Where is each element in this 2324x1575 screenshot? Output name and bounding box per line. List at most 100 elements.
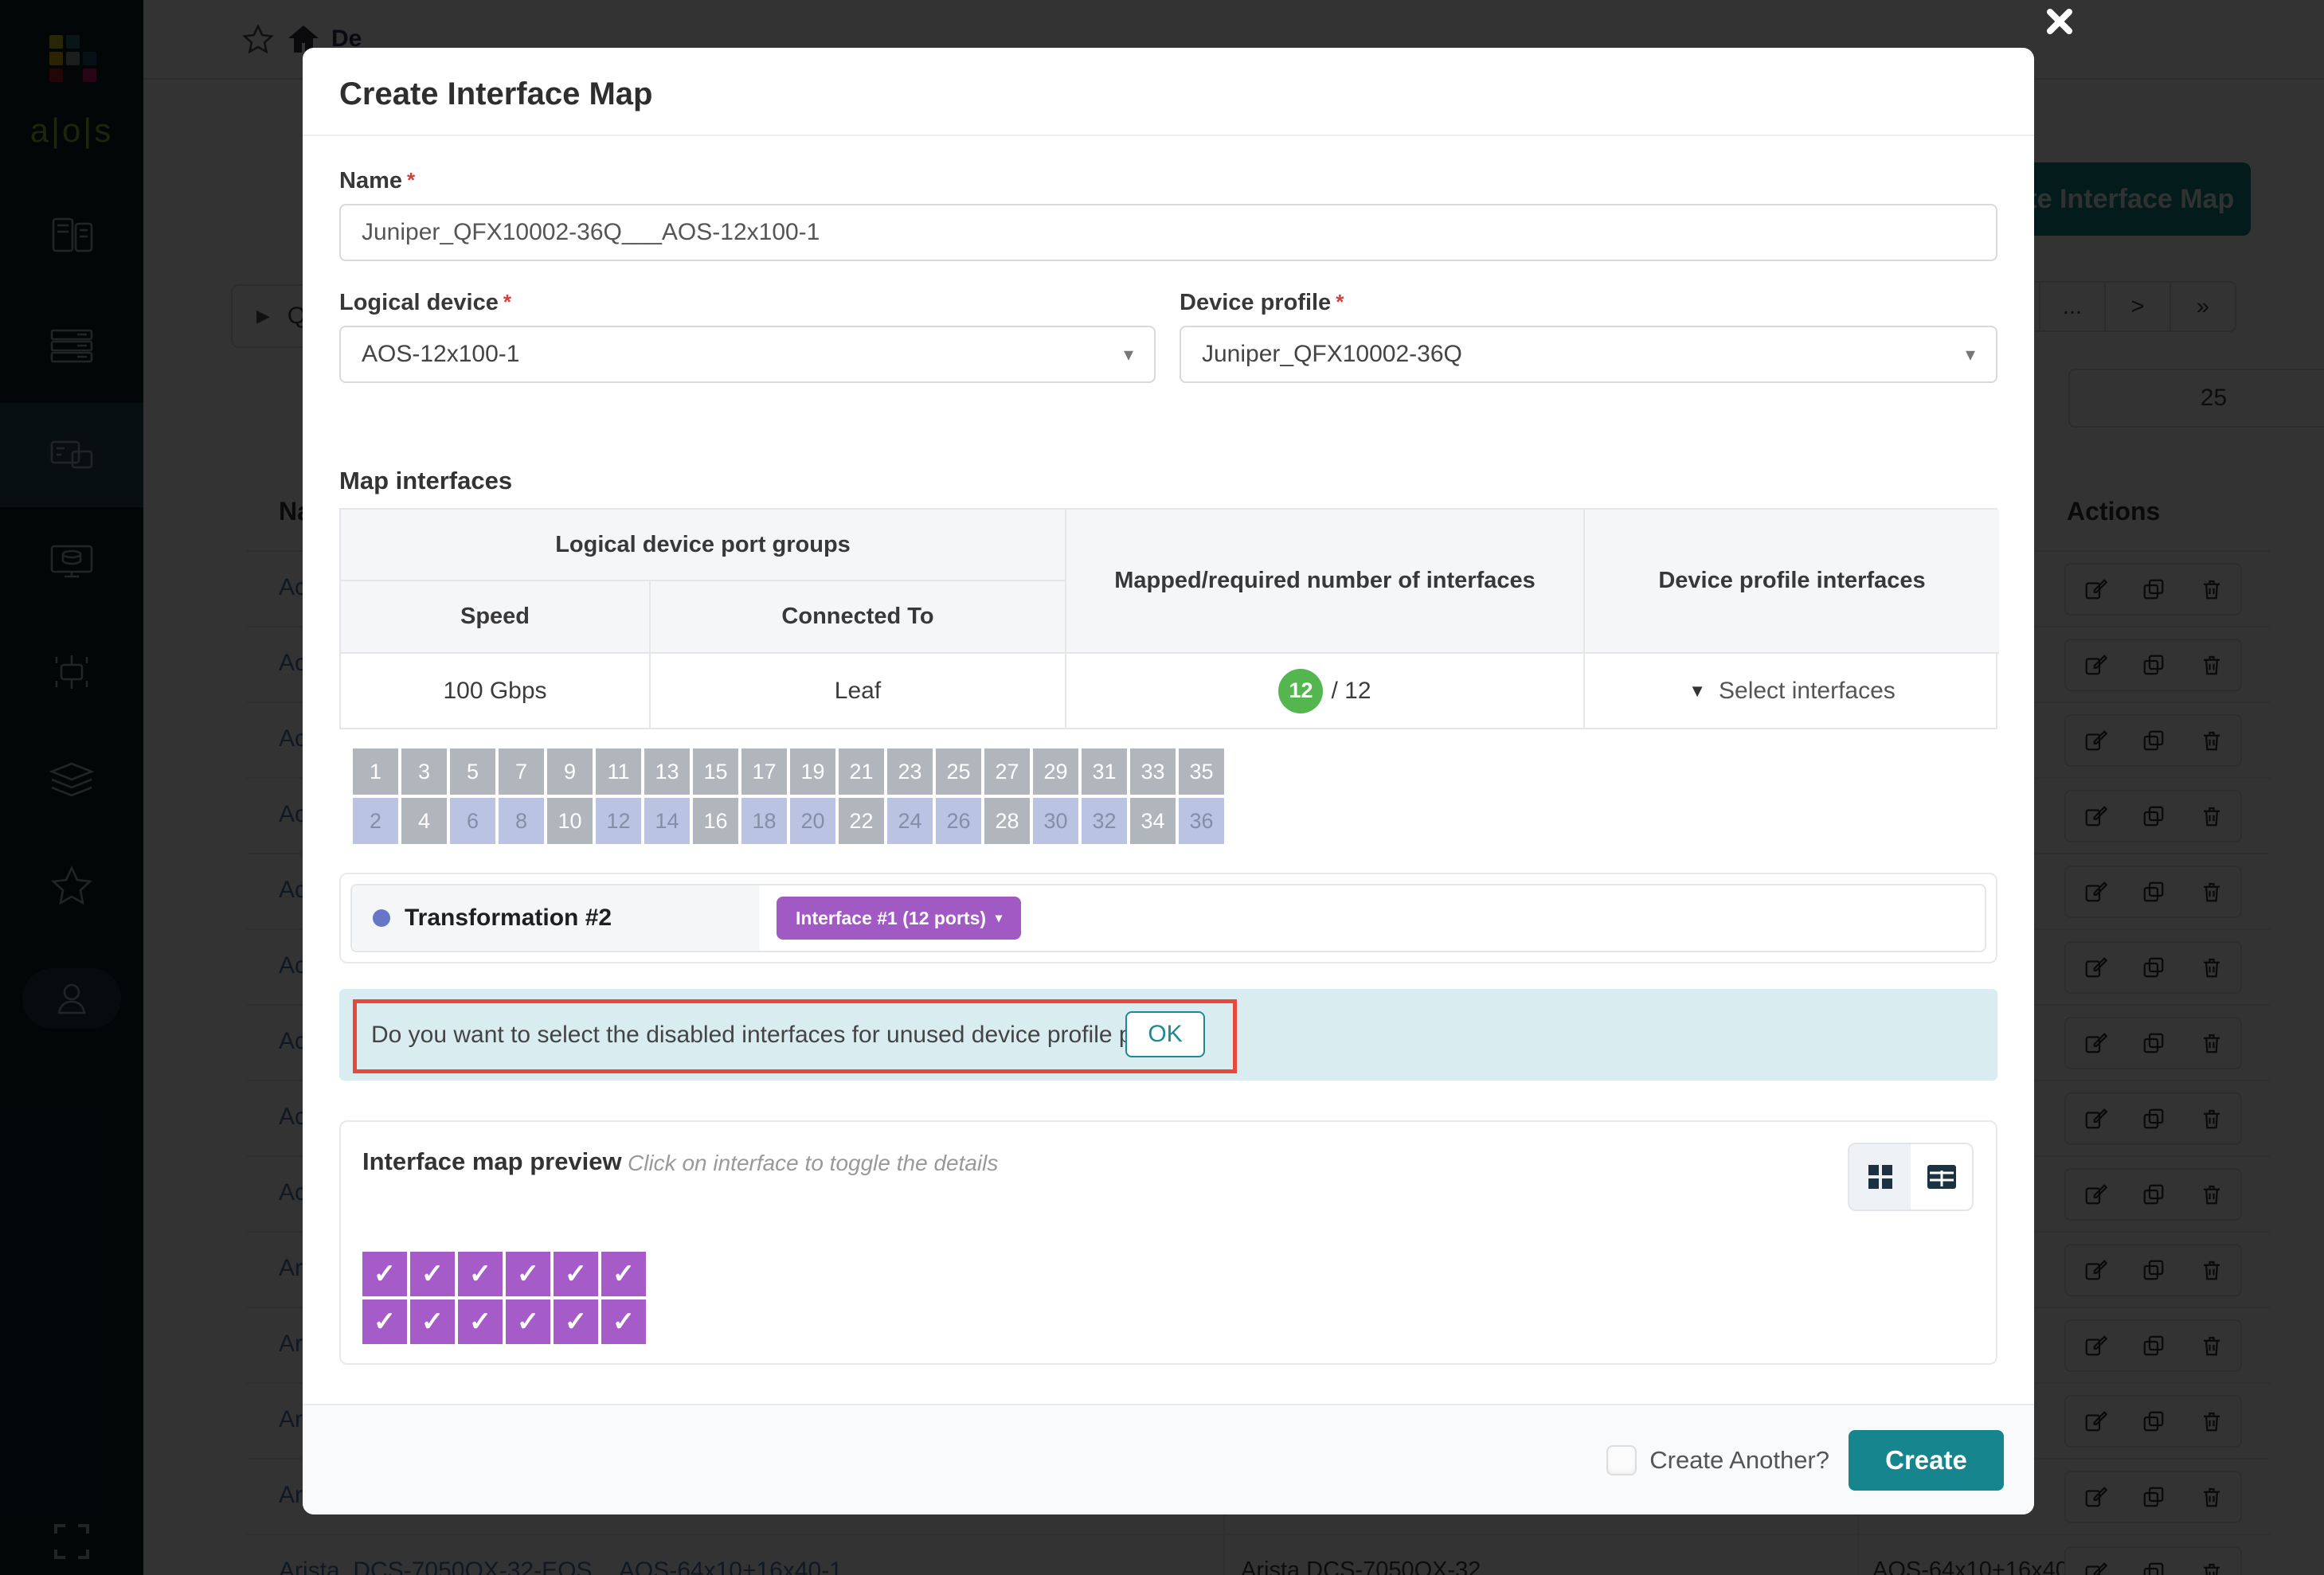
port-cell-19[interactable]: 19 <box>790 748 835 795</box>
device-profile-select[interactable]: Juniper_QFX10002-36Q ▾ <box>1180 326 1997 383</box>
port-cell-17[interactable]: 17 <box>741 748 787 795</box>
port-cell-8[interactable]: 8 <box>499 798 544 844</box>
port-cell-2[interactable]: 2 <box>353 798 398 844</box>
modal-header: Create Interface Map <box>303 48 2034 136</box>
grid-view-button[interactable] <box>1849 1144 1911 1210</box>
port-cell-15[interactable]: 15 <box>693 748 738 795</box>
device-profile-value: Juniper_QFX10002-36Q <box>1202 341 1966 368</box>
create-another-label: Create Another? <box>1649 1446 1829 1475</box>
preview-interface-tile[interactable]: ✓ <box>458 1252 503 1296</box>
chevron-down-icon: ▼ <box>1688 681 1706 702</box>
connected-to-cell: Leaf <box>651 654 1066 728</box>
connected-to-header: Connected To <box>651 581 1066 654</box>
port-cell-25[interactable]: 25 <box>936 748 981 795</box>
interface-button-label: Interface #1 (12 ports) <box>796 908 986 929</box>
logical-device-label: Logical device* <box>339 290 1156 316</box>
port-cell-16[interactable]: 16 <box>693 798 738 844</box>
port-cell-32[interactable]: 32 <box>1082 798 1127 844</box>
port-cell-29[interactable]: 29 <box>1033 748 1078 795</box>
port-cell-18[interactable]: 18 <box>741 798 787 844</box>
port-cell-4[interactable]: 4 <box>401 798 447 844</box>
port-cell-10[interactable]: 10 <box>547 798 593 844</box>
table-view-icon <box>1927 1165 1956 1189</box>
annotation-highlight-box <box>353 999 1237 1073</box>
create-button[interactable]: Create <box>1849 1430 2004 1491</box>
port-cell-7[interactable]: 7 <box>499 748 544 795</box>
device-profile-interfaces-header: Device profile interfaces <box>1585 510 1999 654</box>
interface-map-preview-panel: Interface map preview Click on interface… <box>339 1120 1997 1365</box>
required-asterisk: * <box>503 290 511 314</box>
port-cell-34[interactable]: 34 <box>1130 798 1176 844</box>
port-cell-23[interactable]: 23 <box>887 748 933 795</box>
speed-header: Speed <box>341 581 651 654</box>
preview-interface-tile[interactable]: ✓ <box>554 1299 598 1344</box>
required-asterisk: * <box>407 168 415 192</box>
port-cell-26[interactable]: 26 <box>936 798 981 844</box>
preview-interface-tile[interactable]: ✓ <box>601 1252 646 1296</box>
mapped-count-cell: 12 / 12 <box>1066 654 1585 728</box>
preview-interface-tile[interactable]: ✓ <box>458 1299 503 1344</box>
select-interfaces-label: Select interfaces <box>1719 678 1896 705</box>
disabled-interfaces-alert: Do you want to select the disabled inter… <box>339 989 1997 1081</box>
preview-interface-tile[interactable]: ✓ <box>362 1299 407 1344</box>
modal-title: Create Interface Map <box>339 76 1997 112</box>
preview-interface-tile[interactable]: ✓ <box>506 1252 550 1296</box>
interface-dropdown-button[interactable]: Interface #1 (12 ports) ▾ <box>777 897 1021 940</box>
port-grid-bottom-row: 24681012141618202224262830323436 <box>353 798 1997 844</box>
name-label: Name* <box>339 168 1997 194</box>
preview-interface-tile[interactable]: ✓ <box>506 1299 550 1344</box>
preview-interface-tile[interactable]: ✓ <box>410 1299 455 1344</box>
port-grid-top-row: 1357911131517192123252729313335 <box>353 748 1997 795</box>
name-input[interactable] <box>339 204 1997 261</box>
speed-cell: 100 Gbps <box>341 654 651 728</box>
port-cell-3[interactable]: 3 <box>401 748 447 795</box>
close-modal-button[interactable] <box>2040 3 2079 41</box>
create-interface-map-modal: Create Interface Map Name* Logical devic… <box>303 48 2034 1514</box>
port-cell-13[interactable]: 13 <box>644 748 690 795</box>
required-count: / 12 <box>1331 678 1371 705</box>
table-view-button[interactable] <box>1911 1144 1972 1210</box>
port-cell-31[interactable]: 31 <box>1082 748 1127 795</box>
port-cell-35[interactable]: 35 <box>1179 748 1224 795</box>
ok-button[interactable]: OK <box>1125 1011 1205 1057</box>
required-asterisk: * <box>1336 290 1344 314</box>
port-cell-33[interactable]: 33 <box>1130 748 1176 795</box>
transformations-list: Transformation #2 Interface #1 (12 ports… <box>339 873 1997 963</box>
chevron-down-icon: ▾ <box>996 910 1002 926</box>
port-cell-27[interactable]: 27 <box>984 748 1030 795</box>
mapped-count-badge: 12 <box>1278 669 1323 713</box>
preview-interface-tile[interactable]: ✓ <box>554 1252 598 1296</box>
map-interfaces-table: Logical device port groups Mapped/requir… <box>339 508 1997 729</box>
select-interfaces-dropdown[interactable]: ▼ Select interfaces <box>1688 678 1896 705</box>
port-cell-12[interactable]: 12 <box>596 798 641 844</box>
transformation-dot-icon <box>373 909 390 927</box>
transformation-label: Transformation #2 <box>405 905 612 932</box>
port-cell-28[interactable]: 28 <box>984 798 1030 844</box>
create-another-option: Create Another? <box>1606 1445 1829 1475</box>
close-icon <box>2044 6 2076 37</box>
port-cell-36[interactable]: 36 <box>1179 798 1224 844</box>
port-cell-6[interactable]: 6 <box>450 798 495 844</box>
port-cell-1[interactable]: 1 <box>353 748 398 795</box>
create-another-checkbox[interactable] <box>1606 1445 1637 1475</box>
port-cell-11[interactable]: 11 <box>596 748 641 795</box>
preview-view-toggle <box>1848 1143 1974 1211</box>
preview-interface-tile[interactable]: ✓ <box>601 1299 646 1344</box>
port-cell-20[interactable]: 20 <box>790 798 835 844</box>
port-cell-5[interactable]: 5 <box>450 748 495 795</box>
grid-view-icon <box>1867 1163 1894 1190</box>
preview-hint: Click on interface to toggle the details <box>628 1151 998 1176</box>
chevron-down-icon: ▾ <box>1966 343 1975 366</box>
port-cell-22[interactable]: 22 <box>839 798 884 844</box>
modal-body: Name* Logical device* AOS-12x100-1 ▾ Dev… <box>303 136 2034 1404</box>
port-cell-21[interactable]: 21 <box>839 748 884 795</box>
chevron-down-icon: ▾ <box>1124 343 1133 366</box>
port-cell-30[interactable]: 30 <box>1033 798 1078 844</box>
port-cell-14[interactable]: 14 <box>644 798 690 844</box>
modal-footer: Create Another? Create <box>303 1404 2034 1514</box>
port-cell-24[interactable]: 24 <box>887 798 933 844</box>
logical-device-select[interactable]: AOS-12x100-1 ▾ <box>339 326 1156 383</box>
port-cell-9[interactable]: 9 <box>547 748 593 795</box>
preview-interface-tile[interactable]: ✓ <box>362 1252 407 1296</box>
preview-interface-tile[interactable]: ✓ <box>410 1252 455 1296</box>
